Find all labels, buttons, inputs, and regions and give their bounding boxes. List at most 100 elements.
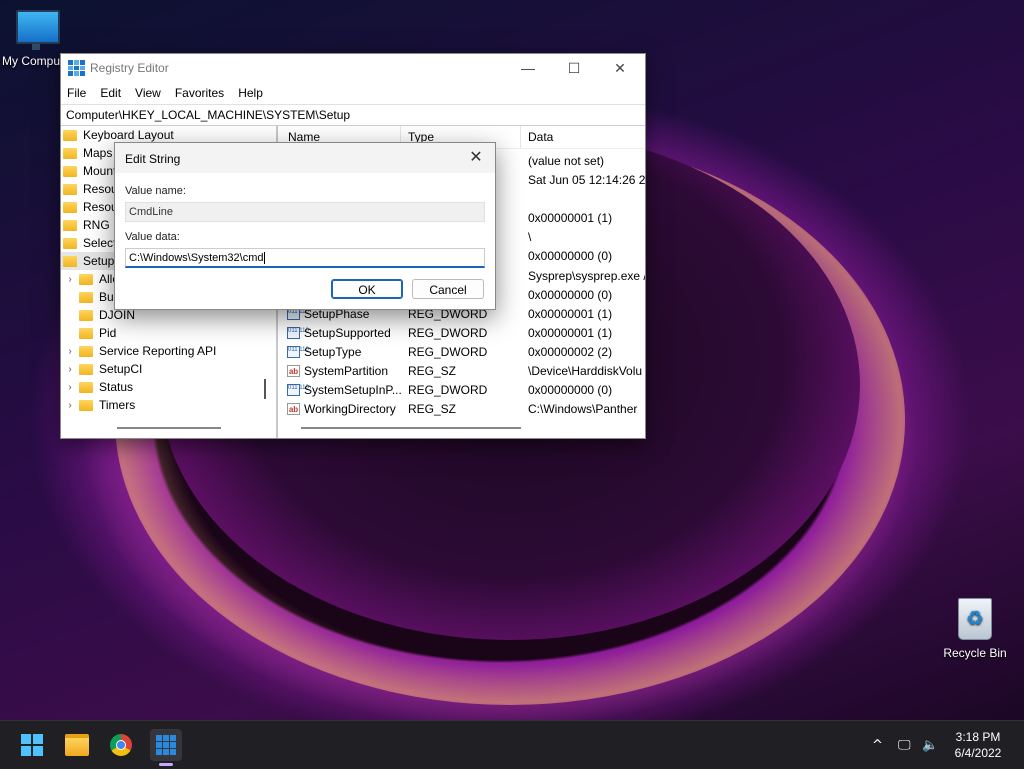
value-data: 0x00000002 (2) (528, 344, 613, 359)
chevron-up-icon: ^ (872, 737, 883, 753)
start-button[interactable] (16, 729, 48, 761)
value-data: 0x00000001 (1) (528, 325, 613, 340)
tree-item-label: Service Reporting API (99, 344, 217, 358)
value-name: SetupSupported (304, 325, 391, 340)
tree-item-label: DJOIN (99, 308, 135, 322)
registry-editor-icon (68, 60, 85, 76)
folder-icon (63, 147, 77, 159)
close-button[interactable]: ✕ (597, 54, 643, 82)
maximize-icon: ☐ (567, 59, 581, 76)
close-icon: ✕ (469, 149, 483, 166)
folder-icon (63, 255, 77, 267)
reg-dword-icon: 011 110 (287, 326, 309, 339)
chrome-icon (110, 734, 132, 756)
value-data-input[interactable]: C:\Windows\System32\cmd (125, 248, 485, 268)
chevron-right-icon[interactable]: › (65, 400, 75, 411)
value-type: REG_SZ (408, 363, 457, 378)
value-data: 0x00000001 (1) (528, 306, 613, 321)
taskbar-file-explorer[interactable] (61, 729, 93, 761)
folder-icon (65, 734, 89, 756)
value-row[interactable]: ab SystemPartition REG_SZ \Device\HarddiskV… (281, 361, 645, 380)
tree-item-label: SetupCI (99, 362, 143, 376)
tree-item[interactable]: Pid (61, 324, 276, 342)
tree-item-label: Timers (99, 398, 136, 412)
value-data: 0x00000000 (0) (528, 287, 613, 302)
value-type: REG_DWORD (408, 325, 488, 340)
value-row[interactable]: 011 110 SetupType REG_DWORD 0x00000002 (2) (281, 342, 645, 361)
value-data: 0x00000001 (1) (528, 210, 613, 225)
menu-view[interactable]: View (135, 86, 161, 100)
folder-icon (63, 201, 77, 213)
volume-button[interactable]: 🔈 (922, 721, 938, 769)
value-name-field: CmdLine (125, 202, 485, 222)
reg-dword-icon: 011 110 (287, 383, 309, 396)
address-path: Computer\HKEY_LOCAL_MACHINE\SYSTEM\Setup (66, 108, 351, 122)
value-row[interactable]: ab WorkingDirectory REG_SZ C:\Windows\Panth… (281, 399, 645, 418)
clock[interactable]: 3:18 PM 6/4/2022 (944, 729, 1012, 761)
value-name-label: Value name: (125, 185, 186, 197)
taskbar-chrome[interactable] (105, 729, 137, 761)
title-bar[interactable]: Registry Editor — ☐ ✕ (61, 54, 645, 82)
network-icon: 🖵 (898, 737, 911, 753)
menu-favorites[interactable]: Favorites (175, 86, 224, 100)
tree-item-label: RNG (83, 218, 110, 232)
value-type: REG_DWORD (408, 382, 488, 397)
desktop-icon-label: Recycle Bin (943, 646, 1007, 660)
value-row[interactable]: 011 110 SystemSetupInP... REG_DWORD 0x00000… (281, 380, 645, 399)
menu-bar: File Edit View Favorites Help (61, 82, 645, 104)
tree-item-label: Status (99, 380, 134, 394)
chevron-right-icon[interactable]: › (65, 274, 75, 285)
cancel-button[interactable]: Cancel (412, 279, 484, 299)
taskbar-registry-editor[interactable] (150, 729, 182, 761)
tree-item-label: Pid (99, 326, 117, 340)
reg-string-icon: ab (287, 364, 300, 377)
desktop-icon-recycle-bin[interactable]: ♻ Recycle Bin (936, 598, 1014, 660)
tray-overflow-button[interactable]: ^ (872, 721, 883, 769)
tree-vertical-scrollbar[interactable] (264, 379, 266, 399)
folder-icon (79, 399, 93, 411)
value-type: REG_DWORD (408, 344, 488, 359)
value-name: SetupType (304, 344, 362, 359)
menu-edit[interactable]: Edit (100, 86, 121, 100)
folder-icon (63, 165, 77, 177)
minimize-button[interactable]: — (505, 54, 551, 82)
value-name: SystemPartition (304, 363, 389, 378)
chevron-right-icon[interactable]: › (65, 346, 75, 357)
dialog-close-button[interactable]: ✕ (463, 147, 489, 169)
taskbar: ^ 🖵 🔈 3:18 PM 6/4/2022 (0, 720, 1024, 769)
ok-button[interactable]: OK (331, 279, 403, 299)
folder-icon (63, 183, 77, 195)
active-app-indicator (159, 763, 173, 766)
tree-item[interactable]: › SetupCI (61, 360, 276, 378)
address-bar[interactable]: Computer\HKEY_LOCAL_MACHINE\SYSTEM\Setup (61, 104, 645, 126)
folder-icon (79, 363, 93, 375)
chevron-right-icon[interactable]: › (65, 364, 75, 375)
registry-editor-icon (156, 735, 176, 755)
chevron-right-icon[interactable]: › (65, 382, 75, 393)
network-button[interactable]: 🖵 (898, 721, 911, 769)
tree-item[interactable]: › Timers (61, 396, 276, 414)
dialog-body: Value name: CmdLine Value data: C:\Windo… (115, 173, 495, 309)
reg-string-icon: ab (287, 402, 300, 415)
value-data-label: Value data: (125, 231, 180, 243)
dialog-title: Edit String (125, 152, 181, 166)
maximize-button[interactable]: ☐ (551, 54, 597, 82)
tree-item[interactable]: › Service Reporting API (61, 342, 276, 360)
menu-file[interactable]: File (67, 86, 86, 100)
value-type: REG_SZ (408, 401, 457, 416)
column-header-data[interactable]: Data (521, 126, 645, 148)
text-caret (264, 252, 266, 264)
tree-horizontal-scrollbar[interactable] (117, 427, 221, 429)
value-data: \ (528, 229, 532, 244)
menu-help[interactable]: Help (238, 86, 263, 100)
close-icon: ✕ (614, 59, 626, 76)
tree-item-label: Select (83, 236, 117, 250)
value-data: Sat Jun 05 12:14:26 202 (528, 172, 645, 187)
value-row[interactable]: 011 110 SetupSupported REG_DWORD 0x00000001… (281, 323, 645, 342)
tree-item-label: Keyboard Layout (83, 128, 174, 142)
folder-icon (79, 327, 93, 339)
value-data: (value not set) (528, 153, 605, 168)
tree-item[interactable]: › Status (61, 378, 276, 396)
list-horizontal-scrollbar[interactable] (301, 427, 521, 429)
value-data-text: C:\Windows\System32\cmd (129, 252, 264, 264)
